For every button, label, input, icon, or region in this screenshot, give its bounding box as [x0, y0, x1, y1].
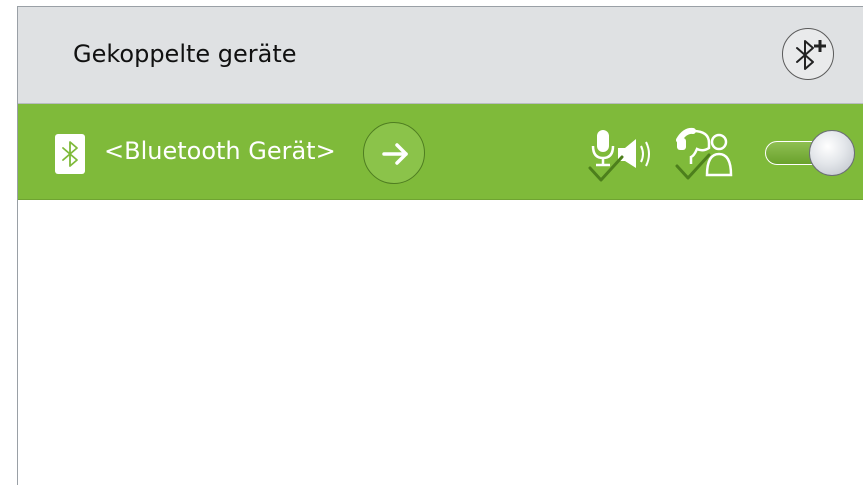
add-bluetooth-device-button[interactable]: [782, 28, 834, 80]
panel-header: Gekoppelte geräte: [18, 7, 863, 104]
bluetooth-icon: [55, 134, 85, 174]
device-details-button[interactable]: [363, 122, 425, 184]
page-title: Gekoppelte geräte: [73, 40, 297, 68]
audio-profile-icon[interactable]: [584, 124, 660, 184]
toggle-knob[interactable]: [809, 130, 855, 176]
device-connection-toggle[interactable]: [765, 130, 857, 176]
paired-devices-panel: Gekoppelte geräte <Bluetooth Gerät>: [17, 6, 863, 485]
device-name: <Bluetooth Gerät>: [104, 137, 336, 165]
arrow-right-icon: [382, 143, 408, 165]
bluetooth-add-icon: [796, 40, 826, 70]
device-row[interactable]: <Bluetooth Gerät>: [18, 104, 863, 200]
handsfree-profile-icon[interactable]: [673, 124, 739, 184]
